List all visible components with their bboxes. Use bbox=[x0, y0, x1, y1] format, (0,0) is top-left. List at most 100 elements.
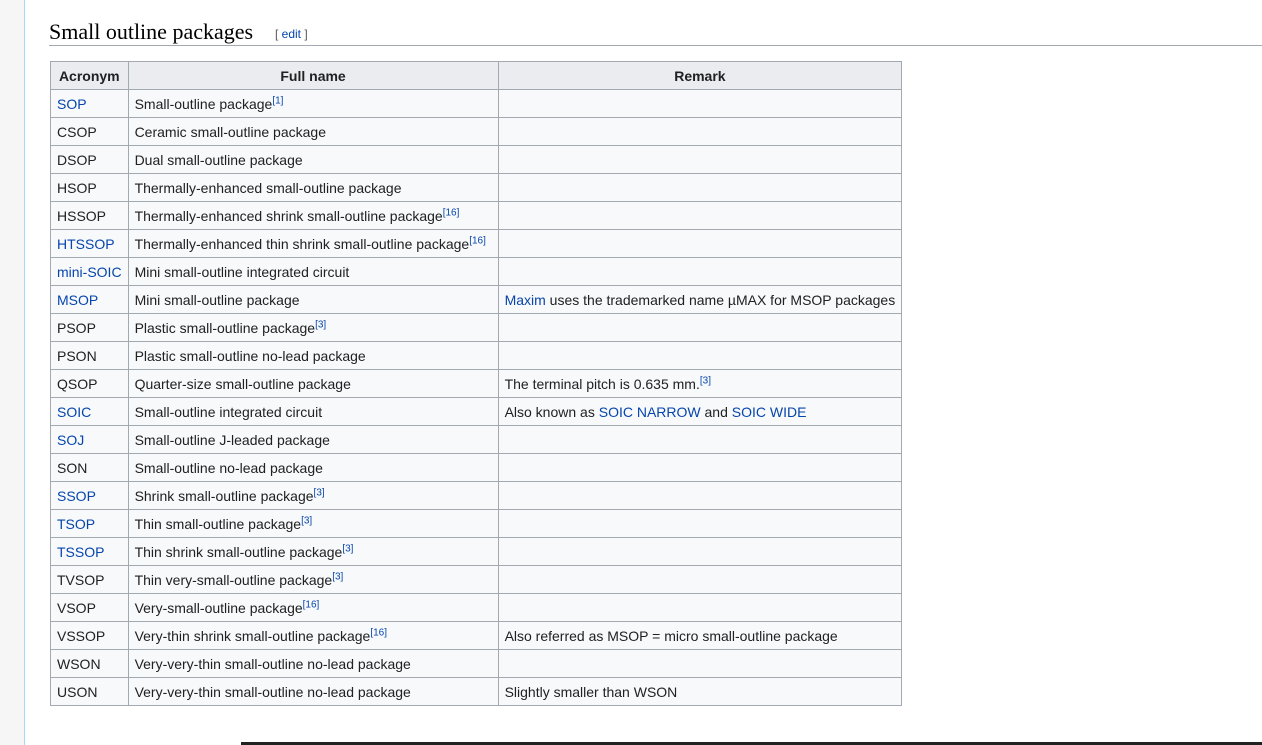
full-name-text: Quarter-size small-outline package bbox=[134, 375, 351, 392]
acronym-link[interactable]: mini-SOIC bbox=[57, 264, 122, 280]
acronym-link[interactable]: MSOP bbox=[57, 292, 98, 308]
table-row: DSOP Dual small-outline package bbox=[50, 145, 903, 174]
cell-remark: Slightly smaller than WSON bbox=[497, 677, 903, 706]
cell-full-name: Quarter-size small-outline package bbox=[127, 369, 499, 398]
cell-acronym: HTSSOP bbox=[50, 229, 129, 258]
table-row: WSON Very-very-thin small-outline no-lead… bbox=[50, 649, 903, 678]
reference-link[interactable]: [3] bbox=[342, 543, 353, 554]
cell-acronym: CSOP bbox=[50, 117, 129, 146]
cell-remark bbox=[497, 173, 903, 202]
acronym-link[interactable]: SOP bbox=[57, 96, 87, 112]
cell-remark: Also referred as MSOP = micro small-outl… bbox=[497, 621, 903, 650]
table-row: VSOP Very-small-outline package[16] bbox=[50, 593, 903, 622]
remark-text: and bbox=[700, 403, 732, 420]
reference-link[interactable]: [3] bbox=[301, 515, 312, 526]
full-name-text: Thin small-outline package bbox=[134, 515, 302, 532]
table-row: CSOP Ceramic small-outline package bbox=[50, 117, 903, 146]
full-name-text: Plastic small-outline package bbox=[134, 319, 316, 336]
cell-full-name: Very-very-thin small-outline no-lead pac… bbox=[127, 677, 499, 706]
remark-text: Also referred as MSOP = micro small-outl… bbox=[504, 627, 838, 644]
table-row: TSSOP Thin shrink small-outline package[3… bbox=[50, 537, 903, 566]
acronym-text: DSOP bbox=[57, 151, 97, 168]
cell-acronym: QSOP bbox=[50, 369, 129, 398]
cell-remark bbox=[497, 341, 903, 370]
reference-link[interactable]: [16] bbox=[303, 599, 320, 610]
acronym-text: VSSOP bbox=[57, 627, 106, 644]
full-name-text: Ceramic small-outline package bbox=[134, 123, 326, 140]
acronym-link[interactable]: HTSSOP bbox=[57, 236, 115, 252]
full-name-text: Thin shrink small-outline package bbox=[134, 543, 343, 560]
cell-full-name: Thermally-enhanced shrink small-outline … bbox=[127, 201, 499, 230]
cell-remark: Also known as SOIC NARROW and SOIC WIDE bbox=[497, 397, 903, 426]
table-row: SON Small-outline no-lead package bbox=[50, 453, 903, 482]
cell-acronym: TVSOP bbox=[50, 565, 129, 594]
table-row: VSSOP Very-thin shrink small-outline pack… bbox=[50, 621, 903, 650]
reference-link[interactable]: [3] bbox=[700, 375, 711, 386]
table-row: TVSOP Thin very-small-outline package[3] bbox=[50, 565, 903, 594]
full-name-text: Small-outline no-lead package bbox=[134, 459, 323, 476]
section-title: Small outline packages bbox=[49, 19, 254, 44]
table-row: HSSOP Thermally-enhanced shrink small-out… bbox=[50, 201, 903, 230]
remark-link[interactable]: SOIC WIDE bbox=[732, 404, 807, 420]
edit-bracket-close: ] bbox=[301, 27, 308, 41]
table-row: HSOP Thermally-enhanced small-outline pac… bbox=[50, 173, 903, 202]
cell-full-name: Dual small-outline package bbox=[127, 145, 499, 174]
header-full-name: Full name bbox=[127, 61, 499, 90]
remark-link[interactable]: SOIC NARROW bbox=[599, 404, 701, 420]
full-name-text: Very-thin shrink small-outline package bbox=[134, 627, 371, 644]
table-row: TSOP Thin small-outline package[3] bbox=[50, 509, 903, 538]
reference-link[interactable]: [1] bbox=[272, 95, 283, 106]
cell-remark bbox=[497, 537, 903, 566]
acronym-link[interactable]: SSOP bbox=[57, 488, 96, 504]
full-name-text: Shrink small-outline package bbox=[134, 487, 314, 504]
cell-full-name: Very-thin shrink small-outline package[1… bbox=[127, 621, 499, 650]
cell-acronym: SON bbox=[50, 453, 129, 482]
cell-remark: The terminal pitch is 0.635 mm.[3] bbox=[497, 369, 903, 398]
cell-full-name: Thin small-outline package[3] bbox=[127, 509, 499, 538]
cell-remark bbox=[497, 453, 903, 482]
edit-link[interactable]: edit bbox=[282, 27, 301, 41]
full-name-text: Very-small-outline package bbox=[134, 599, 303, 616]
cell-acronym: TSSOP bbox=[50, 537, 129, 566]
acronym-text: HSSOP bbox=[57, 207, 107, 224]
cell-remark bbox=[497, 565, 903, 594]
reference-link[interactable]: [16] bbox=[370, 627, 387, 638]
table-row: SOP Small-outline package[1] bbox=[50, 89, 903, 118]
cell-remark bbox=[497, 649, 903, 678]
acronym-text: VSOP bbox=[57, 599, 96, 616]
acronym-link[interactable]: TSSOP bbox=[57, 544, 104, 560]
full-name-text: Thin very-small-outline package bbox=[134, 571, 333, 588]
reference-link[interactable]: [3] bbox=[315, 319, 326, 330]
cell-full-name: Small-outline package[1] bbox=[127, 89, 499, 118]
table-row: SOIC Small-outline integrated circuit Also… bbox=[50, 397, 903, 426]
full-name-text: Thermally-enhanced shrink small-outline … bbox=[134, 207, 443, 224]
reference-link[interactable]: [3] bbox=[314, 487, 325, 498]
reference-link[interactable]: [16] bbox=[443, 207, 460, 218]
cell-full-name: Small-outline J-leaded package bbox=[127, 425, 499, 454]
table-row: SSOP Shrink small-outline package[3] bbox=[50, 481, 903, 510]
remark-text: uses the trademarked name µMAX for MSOP … bbox=[545, 291, 896, 308]
cell-remark bbox=[497, 145, 903, 174]
cell-full-name: Small-outline no-lead package bbox=[127, 453, 499, 482]
header-remark: Remark bbox=[497, 61, 903, 90]
acronym-link[interactable]: TSOP bbox=[57, 516, 95, 532]
cell-acronym: VSSOP bbox=[50, 621, 129, 650]
reference-link[interactable]: [3] bbox=[332, 571, 343, 582]
acronym-text: WSON bbox=[57, 655, 101, 672]
cell-remark bbox=[497, 509, 903, 538]
remark-link[interactable]: Maxim bbox=[505, 292, 546, 308]
cell-acronym: TSOP bbox=[50, 509, 129, 538]
table-row: USON Very-very-thin small-outline no-lead… bbox=[50, 677, 903, 706]
acronym-link[interactable]: SOIC bbox=[57, 404, 91, 420]
cell-acronym: DSOP bbox=[50, 145, 129, 174]
section-heading: Small outline packages [ edit ] bbox=[49, 18, 1262, 46]
full-name-text: Plastic small-outline no-lead package bbox=[134, 347, 366, 364]
full-name-text: Thermally-enhanced small-outline package bbox=[134, 179, 402, 196]
full-name-text: Mini small-outline integrated circuit bbox=[134, 263, 350, 280]
reference-link[interactable]: [16] bbox=[469, 235, 486, 246]
acronym-link[interactable]: SOJ bbox=[57, 432, 84, 448]
table-row: SOJ Small-outline J-leaded package bbox=[50, 425, 903, 454]
acronym-text: PSON bbox=[57, 347, 97, 364]
cell-acronym: HSSOP bbox=[50, 201, 129, 230]
cell-remark bbox=[497, 425, 903, 454]
